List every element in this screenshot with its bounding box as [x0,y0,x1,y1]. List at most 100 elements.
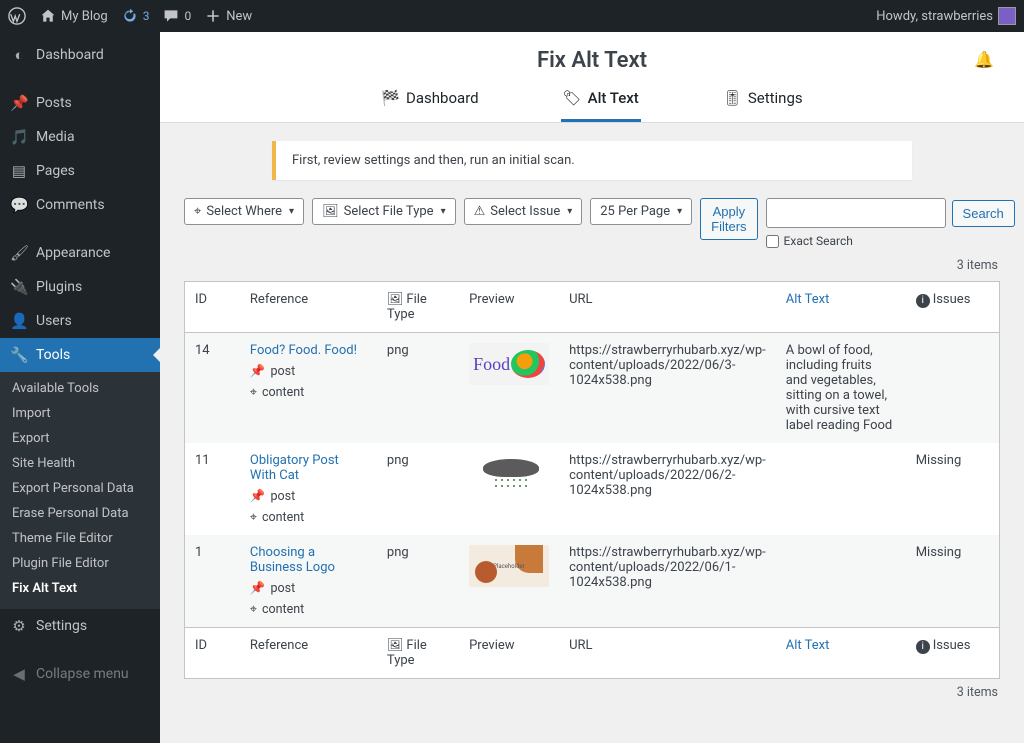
ref-location: content [262,510,304,525]
sidebar-item-pages[interactable]: ▤Pages [0,154,160,188]
sub-available-tools[interactable]: Available Tools [0,376,160,401]
reference-link[interactable]: Food? Food. Food! [250,343,367,358]
col-alt[interactable]: Alt Text [776,282,906,333]
notice-banner: First, review settings and then, run an … [272,141,912,180]
tab-alt-text[interactable]: 🏷Alt Text [561,79,641,122]
col-issues-f[interactable]: iIssues [906,628,1000,679]
table-footer-row: ID Reference 🖼File Type Preview URL Alt … [185,628,1000,679]
apply-filters-button[interactable]: Apply Filters [700,198,757,240]
filter-issue[interactable]: ⚠Select Issue▾ [464,198,583,225]
sidebar-item-tools[interactable]: 🔧Tools [0,338,160,372]
site-link[interactable]: My Blog [40,8,108,24]
sidebar-item-plugins[interactable]: 🔌Plugins [0,270,160,304]
avatar [998,7,1016,25]
cell-url: https://strawberryrhubarb.xyz/wp-content… [559,535,776,628]
chevron-down-icon: ▾ [441,206,446,217]
comment-icon [163,8,179,24]
cell-reference: Obligatory Post With Cat 📌post ⌖content [240,443,377,535]
sliders-icon: 🎚 [723,89,742,107]
sub-erase-personal[interactable]: Erase Personal Data [0,501,160,526]
thumbnail[interactable] [469,453,549,495]
sidebar-item-media[interactable]: 🎵Media [0,120,160,154]
col-issues[interactable]: iIssues [906,282,1000,333]
sub-export[interactable]: Export [0,426,160,451]
col-filetype[interactable]: 🖼File Type [377,282,459,333]
new-label: New [226,9,252,24]
admin-sidebar: ◐Dashboard 📌Posts 🎵Media ▤Pages 💬Comment… [0,32,160,743]
wp-logo[interactable] [8,7,26,25]
col-reference-f[interactable]: Reference [240,628,377,679]
exact-search-row[interactable]: Exact Search [766,234,853,248]
info-icon: i [916,640,930,654]
plugin-icon: 🔌 [10,278,28,296]
updates-link[interactable]: 3 [122,8,150,24]
cell-issue: Missing [906,535,1000,628]
filter-where[interactable]: ⌖Select Where▾ [184,198,304,225]
collapse-menu[interactable]: ◀Collapse menu [0,657,160,691]
sub-plugin-editor[interactable]: Plugin File Editor [0,551,160,576]
col-url-f[interactable]: URL [559,628,776,679]
col-alt-f[interactable]: Alt Text [776,628,906,679]
thumbnail[interactable]: Placeholder [469,545,549,587]
bell-icon[interactable]: 🔔 [974,50,994,69]
cell-alt: A bowl of food, including fruits and veg… [776,333,906,444]
info-icon: i [916,294,930,308]
sidebar-item-appearance[interactable]: 🖌Appearance [0,236,160,270]
cell-issue: Missing [906,443,1000,535]
cell-issue [906,333,1000,444]
comment-icon: 💬 [10,196,28,214]
sidebar-item-comments[interactable]: 💬Comments [0,188,160,222]
cell-alt [776,443,906,535]
sidebar-item-settings[interactable]: ⚙Settings [0,609,160,643]
filter-filetype[interactable]: 🖼Select File Type▾ [312,198,456,225]
items-count-bottom: 3 items [186,685,998,700]
cell-reference: Choosing a Business Logo 📌post ⌖content [240,535,377,628]
cell-preview [459,443,559,535]
table-row: 14 Food? Food. Food! 📌post ⌖content png … [185,333,1000,444]
user-icon: 👤 [10,312,28,330]
sub-site-health[interactable]: Site Health [0,451,160,476]
cell-id: 14 [185,333,240,444]
table-header-row: ID Reference 🖼File Type Preview URL Alt … [185,282,1000,333]
thumbnail[interactable] [469,343,549,385]
table-row: 1 Choosing a Business Logo 📌post ⌖conten… [185,535,1000,628]
new-link[interactable]: New [205,8,252,24]
search-input[interactable] [766,198,946,228]
gauge-icon: 🏁 [381,89,400,107]
sidebar-item-posts[interactable]: 📌Posts [0,86,160,120]
sub-fix-alt-text[interactable]: Fix Alt Text [0,576,160,601]
marker-icon: ⌖ [250,385,257,400]
tab-settings[interactable]: 🎚Settings [721,79,805,122]
col-reference[interactable]: Reference [240,282,377,333]
page-header: Fix Alt Text 🔔 [160,32,1024,79]
reference-link[interactable]: Choosing a Business Logo [250,545,367,575]
my-account[interactable]: Howdy, strawberries [876,7,1016,25]
comments-link[interactable]: 0 [163,8,191,24]
filters-row: ⌖Select Where▾ 🖼Select File Type▾ ⚠Selec… [184,198,1000,248]
cell-preview [459,333,559,444]
gear-icon: ⚙ [10,617,28,635]
media-icon: 🎵 [10,128,28,146]
sub-theme-editor[interactable]: Theme File Editor [0,526,160,551]
search-button[interactable]: Search [952,200,1015,227]
chevron-down-icon: ▾ [677,206,682,217]
col-preview-f: Preview [459,628,559,679]
chevron-down-icon: ▾ [567,206,572,217]
exact-search-checkbox[interactable] [766,235,779,248]
tabs: 🏁Dashboard 🏷Alt Text 🎚Settings [160,79,1024,123]
sidebar-item-dashboard[interactable]: ◐Dashboard [0,38,160,72]
sidebar-item-users[interactable]: 👤Users [0,304,160,338]
col-url[interactable]: URL [559,282,776,333]
col-id-f[interactable]: ID [185,628,240,679]
col-filetype-f[interactable]: 🖼File Type [377,628,459,679]
col-id[interactable]: ID [185,282,240,333]
howdy-text: Howdy, strawberries [876,9,993,24]
cell-url: https://strawberryrhubarb.xyz/wp-content… [559,333,776,444]
sub-export-personal[interactable]: Export Personal Data [0,476,160,501]
sub-import[interactable]: Import [0,401,160,426]
filter-perpage[interactable]: 25 Per Page▾ [590,198,692,225]
cell-url: https://strawberryrhubarb.xyz/wp-content… [559,443,776,535]
reference-link[interactable]: Obligatory Post With Cat [250,453,367,483]
tab-dashboard[interactable]: 🏁Dashboard [379,79,480,122]
cell-reference: Food? Food. Food! 📌post ⌖content [240,333,377,444]
